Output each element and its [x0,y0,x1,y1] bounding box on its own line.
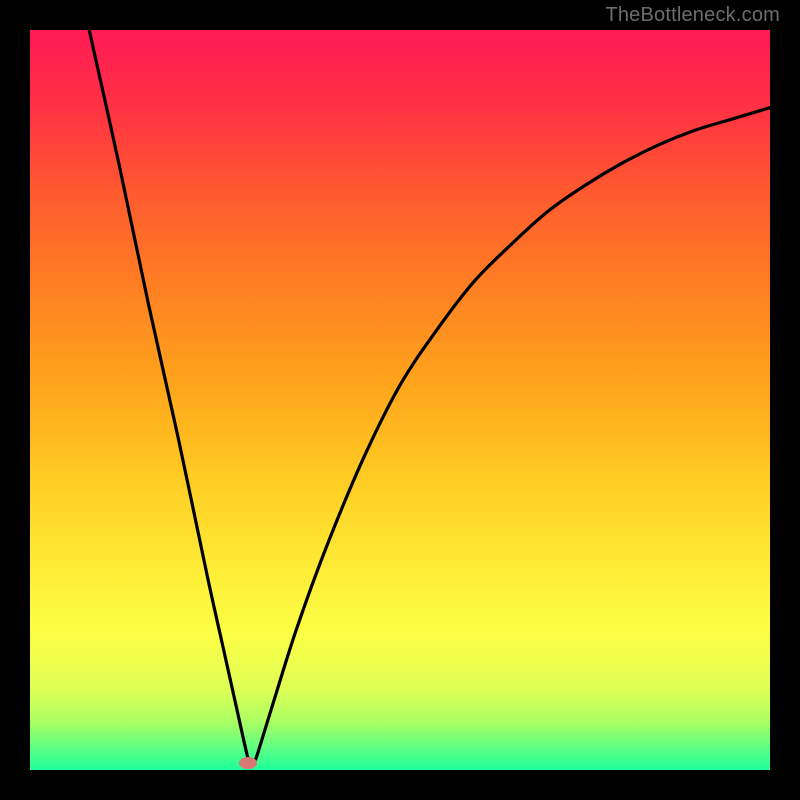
plot-svg [30,30,770,770]
gradient-background [30,30,770,770]
optimum-marker [239,757,257,769]
chart-frame: TheBottleneck.com [0,0,800,800]
watermark-text: TheBottleneck.com [605,4,780,27]
plot-area [30,30,770,770]
